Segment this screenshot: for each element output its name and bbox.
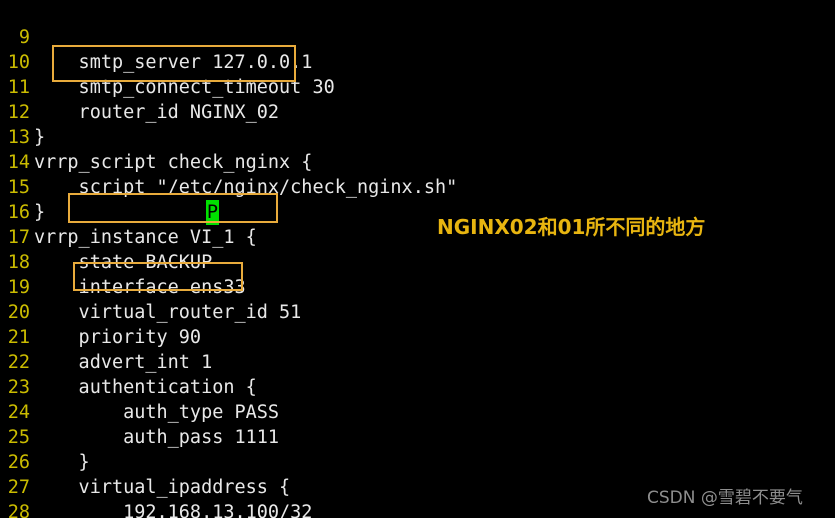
line-content-9: smtp_server 127.0.0.1 <box>34 52 313 73</box>
watermark-label: CSDN @雪碧不要气 <box>647 488 803 508</box>
line-content-19: virtual_router_id 51 <box>34 302 302 323</box>
code-line-26[interactable]: 26 virtual_ipaddress { <box>0 425 290 498</box>
code-line-24[interactable]: 24 auth_pass 1111 <box>0 375 279 448</box>
line-content-23: auth_type PASS <box>34 402 280 423</box>
code-editor-area[interactable]: 9 smtp_server 127.0.0.1 10 smtp_connect_… <box>0 0 835 518</box>
line-content-27: 192.168.13.100/32 <box>34 502 313 518</box>
code-line-23[interactable]: 23 auth_type PASS <box>0 350 279 423</box>
code-line-15[interactable]: 15 } <box>0 150 67 223</box>
code-line-17[interactable]: 17 state BACKUP <box>0 200 213 273</box>
line-content-13: vrrp_script check_nginx { <box>34 152 313 173</box>
text-cursor[interactable]: P <box>206 200 219 225</box>
code-line-29[interactable]: 29 track_script { <box>0 500 67 518</box>
code-line-11[interactable]: 11 router_id NGINX_02 <box>0 50 279 123</box>
code-line-19[interactable]: 19 virtual_router_id 51 <box>0 250 302 323</box>
line-content-14: script "/etc/nginx/check_nginx.sh" <box>34 177 458 198</box>
code-line-10[interactable]: 10 smtp_connect_timeout 30 <box>0 25 335 98</box>
code-line-14[interactable]: 14 script "/etc/nginx/check_nginx.sh" <box>0 125 458 198</box>
code-line-12[interactable]: 12 } <box>0 75 67 148</box>
terminal-screen: 9 smtp_server 127.0.0.1 10 smtp_connect_… <box>0 0 835 518</box>
code-line-16[interactable]: 16 vrrp_instance VI_1 { <box>0 175 257 248</box>
code-line-9[interactable]: 9 smtp_server 127.0.0.1 <box>0 0 313 73</box>
line-content-24: auth_pass 1111 <box>34 427 280 448</box>
line-content-22: authentication { <box>34 377 257 398</box>
code-line-22[interactable]: 22 authentication { <box>0 325 257 398</box>
code-line-28[interactable]: 28 } <box>0 475 67 518</box>
code-line-20[interactable]: 20 priority 90 <box>0 275 201 348</box>
line-content-10: smtp_connect_timeout 30 <box>34 77 335 98</box>
annotation-label: NGINX02和01所不同的地方 <box>437 215 706 239</box>
code-line-13[interactable]: 13 vrrp_script check_nginx { <box>0 100 313 173</box>
line-content-26: virtual_ipaddress { <box>34 477 291 498</box>
code-line-25[interactable]: 25 } <box>0 400 90 473</box>
line-content-16: vrrp_instance VI_1 { <box>34 227 257 248</box>
code-line-21[interactable]: 21 advert_int 1 <box>0 300 213 373</box>
code-line-18[interactable]: 18 interface ens33 <box>0 225 246 298</box>
code-line-27[interactable]: 27 192.168.13.100/32 <box>0 450 313 518</box>
line-content-11: router_id NGINX_02 <box>34 102 280 123</box>
